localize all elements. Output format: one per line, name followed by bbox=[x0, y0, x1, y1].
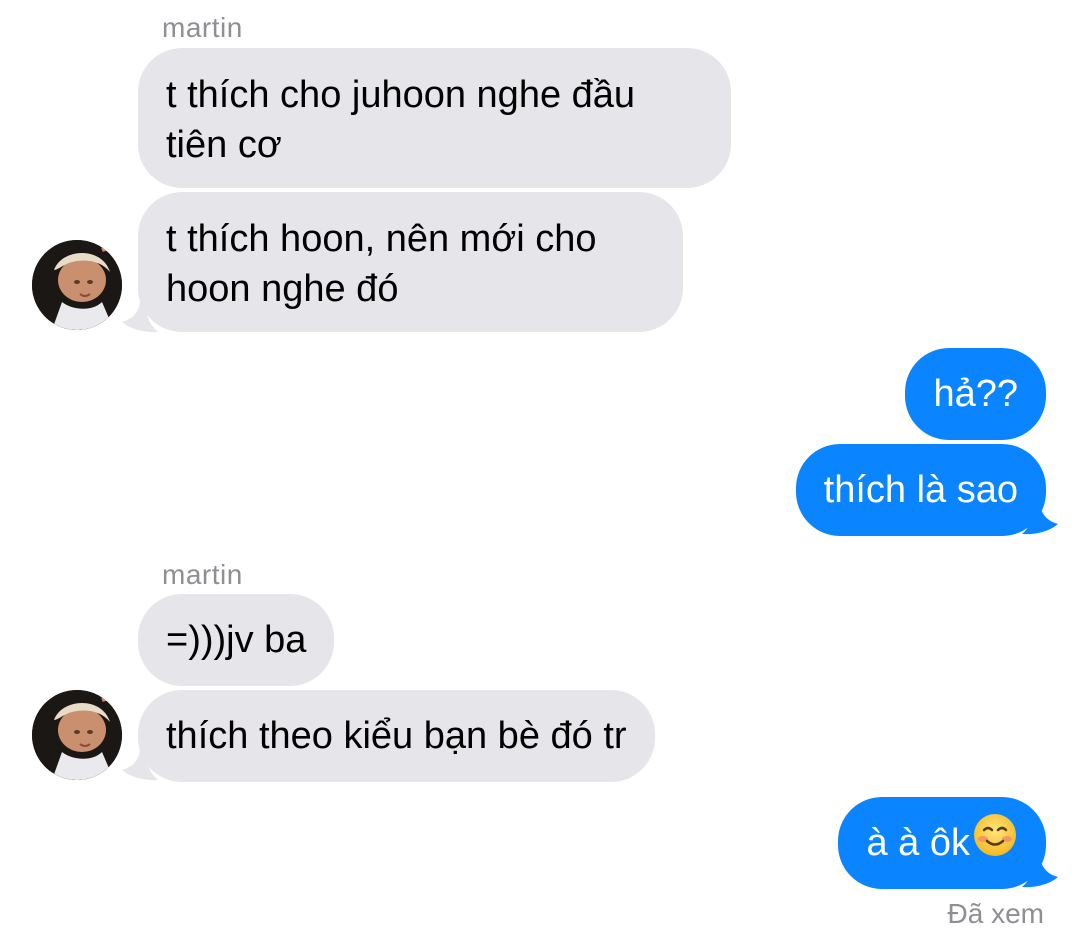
outgoing-message-bubble[interactable]: thích là sao bbox=[795, 444, 1046, 536]
read-receipt: Đã xem bbox=[947, 898, 1044, 929]
message-text: =)))jv ba bbox=[166, 619, 307, 661]
outgoing-message-bubble[interactable]: à à ôk bbox=[838, 797, 1046, 889]
incoming-message-bubble[interactable]: t thích hoon, nên mới cho hoon nghe đó bbox=[138, 192, 683, 332]
sender-name: martin bbox=[162, 559, 243, 590]
message-text-line: t thích cho juhoon nghe đầu bbox=[166, 74, 636, 116]
message-text: thích theo kiểu bạn bè đó tr bbox=[166, 715, 627, 757]
message-text: à à ôk bbox=[866, 822, 970, 864]
contact-avatar[interactable] bbox=[32, 240, 122, 330]
incoming-message-bubble[interactable]: t thích cho juhoon nghe đầu tiên cơ bbox=[138, 48, 731, 188]
incoming-message-bubble[interactable]: =)))jv ba bbox=[138, 594, 335, 686]
smiling-face-emoji-icon bbox=[972, 812, 1018, 871]
message-text-line: tiên cơ bbox=[166, 124, 282, 166]
contact-avatar[interactable] bbox=[32, 690, 122, 780]
outgoing-message-bubble[interactable]: hả?? bbox=[905, 348, 1046, 440]
message-text-line: hoon nghe đó bbox=[166, 268, 399, 310]
message-text-line: t thích hoon, nên mới cho bbox=[166, 218, 597, 260]
message-text: hả?? bbox=[933, 373, 1018, 415]
message-text: thích là sao bbox=[823, 469, 1018, 511]
sender-name: martin bbox=[162, 12, 243, 43]
avatar-photo-icon bbox=[32, 240, 122, 330]
incoming-message-bubble[interactable]: thích theo kiểu bạn bè đó tr bbox=[138, 690, 655, 782]
avatar-photo-icon bbox=[32, 690, 122, 780]
